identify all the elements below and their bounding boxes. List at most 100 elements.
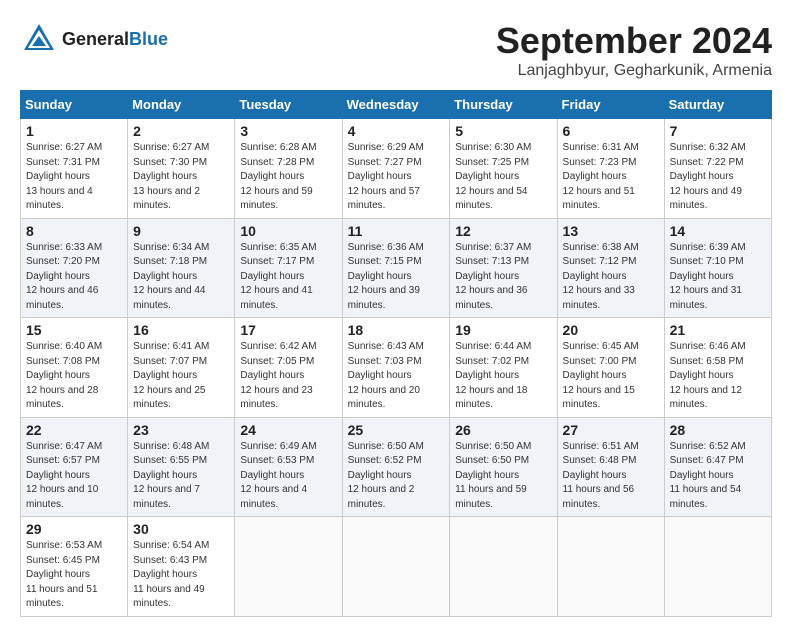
calendar-cell: 5 Sunrise: 6:30 AMSunset: 7:25 PMDaylight… [450,119,557,219]
day-number: 16 [133,322,229,338]
day-number: 6 [563,123,659,139]
calendar-cell: 19 Sunrise: 6:44 AMSunset: 7:02 PMDayligh… [450,318,557,418]
day-number: 11 [348,223,445,239]
day-info: Sunrise: 6:48 AMSunset: 6:55 PMDaylight … [133,440,229,513]
day-number: 13 [563,223,659,239]
day-info: Sunrise: 6:31 AMSunset: 7:23 PMDaylight … [563,141,659,214]
day-info: Sunrise: 6:29 AMSunset: 7:27 PMDaylight … [348,141,445,214]
day-number: 28 [670,422,766,438]
day-info: Sunrise: 6:41 AMSunset: 7:07 PMDaylight … [133,340,229,413]
calendar-cell: 15 Sunrise: 6:40 AMSunset: 7:08 PMDayligh… [21,318,128,418]
day-number: 24 [240,422,336,438]
calendar-cell: 10 Sunrise: 6:35 AMSunset: 7:17 PMDayligh… [235,218,342,318]
day-info: Sunrise: 6:40 AMSunset: 7:08 PMDaylight … [26,340,122,413]
calendar-cell [664,517,771,617]
day-info: Sunrise: 6:32 AMSunset: 7:22 PMDaylight … [670,141,766,214]
day-info: Sunrise: 6:30 AMSunset: 7:25 PMDaylight … [455,141,551,214]
day-info: Sunrise: 6:34 AMSunset: 7:18 PMDaylight … [133,241,229,314]
calendar-cell: 1Sunrise: 6:27 AMSunset: 7:31 PMDaylight… [21,119,128,219]
calendar-cell: 29 Sunrise: 6:53 AMSunset: 6:45 PMDayligh… [21,517,128,617]
day-info: Sunrise: 6:38 AMSunset: 7:12 PMDaylight … [563,241,659,314]
calendar-cell: 7 Sunrise: 6:32 AMSunset: 7:22 PMDaylight… [664,119,771,219]
calendar-cell: 22 Sunrise: 6:47 AMSunset: 6:57 PMDayligh… [21,417,128,517]
day-number: 25 [348,422,445,438]
calendar-cell: 18Sunrise: 6:43 AMSunset: 7:03 PMDayligh… [342,318,450,418]
day-number: 5 [455,123,551,139]
calendar-cell: 25 Sunrise: 6:50 AMSunset: 6:52 PMDayligh… [342,417,450,517]
day-number: 26 [455,422,551,438]
day-info: Sunrise: 6:54 AMSunset: 6:43 PMDaylight … [133,539,229,612]
day-number: 12 [455,223,551,239]
day-number: 27 [563,422,659,438]
calendar-cell: 20 Sunrise: 6:45 AMSunset: 7:00 PMDayligh… [557,318,664,418]
logo: GeneralBlue [20,20,168,58]
day-info: Sunrise: 6:47 AMSunset: 6:57 PMDaylight … [26,440,122,513]
calendar-cell: 3Sunrise: 6:28 AMSunset: 7:28 PMDaylight… [235,119,342,219]
day-info: Sunrise: 6:51 AMSunset: 6:48 PMDaylight … [563,440,659,513]
day-info: Sunrise: 6:50 AMSunset: 6:52 PMDaylight … [348,440,445,513]
calendar-cell: 28Sunrise: 6:52 AMSunset: 6:47 PMDayligh… [664,417,771,517]
calendar-table: SundayMondayTuesdayWednesdayThursdayFrid… [20,90,772,617]
day-info: Sunrise: 6:53 AMSunset: 6:45 PMDaylight … [26,539,122,612]
calendar-cell [557,517,664,617]
day-info: Sunrise: 6:35 AMSunset: 7:17 PMDaylight … [240,241,336,314]
calendar-cell: 21 Sunrise: 6:46 AMSunset: 6:58 PMDayligh… [664,318,771,418]
calendar-cell: 11 Sunrise: 6:36 AMSunset: 7:15 PMDayligh… [342,218,450,318]
calendar-cell [235,517,342,617]
calendar-cell [342,517,450,617]
day-info: Sunrise: 6:49 AMSunset: 6:53 PMDaylight … [240,440,336,513]
day-number: 7 [670,123,766,139]
weekday-header: Saturday [664,91,771,119]
calendar-cell: 16 Sunrise: 6:41 AMSunset: 7:07 PMDayligh… [128,318,235,418]
calendar-cell: 24 Sunrise: 6:49 AMSunset: 6:53 PMDayligh… [235,417,342,517]
day-number: 1 [26,123,122,139]
calendar-cell [450,517,557,617]
calendar-cell: 13 Sunrise: 6:38 AMSunset: 7:12 PMDayligh… [557,218,664,318]
weekday-header: Thursday [450,91,557,119]
day-number: 18 [348,322,445,338]
day-info: Sunrise: 6:45 AMSunset: 7:00 PMDaylight … [563,340,659,413]
day-info: Sunrise: 6:39 AMSunset: 7:10 PMDaylight … [670,241,766,314]
day-number: 22 [26,422,122,438]
location-title: Lanjaghbyur, Gegharkunik, Armenia [496,62,772,80]
day-number: 8 [26,223,122,239]
day-number: 2 [133,123,229,139]
day-number: 19 [455,322,551,338]
day-number: 14 [670,223,766,239]
day-info: Sunrise: 6:50 AMSunset: 6:50 PMDaylight … [455,440,551,513]
calendar-week-row: 29 Sunrise: 6:53 AMSunset: 6:45 PMDayligh… [21,517,772,617]
day-number: 9 [133,223,229,239]
logo-text: GeneralBlue [62,29,168,50]
day-info: Sunrise: 6:46 AMSunset: 6:58 PMDaylight … [670,340,766,413]
calendar-week-row: 1Sunrise: 6:27 AMSunset: 7:31 PMDaylight… [21,119,772,219]
day-number: 30 [133,521,229,537]
day-number: 15 [26,322,122,338]
calendar-cell: 4Sunrise: 6:29 AMSunset: 7:27 PMDaylight… [342,119,450,219]
day-number: 20 [563,322,659,338]
calendar-header-row: SundayMondayTuesdayWednesdayThursdayFrid… [21,91,772,119]
calendar-cell: 9 Sunrise: 6:34 AMSunset: 7:18 PMDaylight… [128,218,235,318]
calendar-cell: 27 Sunrise: 6:51 AMSunset: 6:48 PMDayligh… [557,417,664,517]
day-number: 23 [133,422,229,438]
logo-icon [20,20,58,58]
day-number: 10 [240,223,336,239]
calendar-cell: 14 Sunrise: 6:39 AMSunset: 7:10 PMDayligh… [664,218,771,318]
calendar-cell: 23 Sunrise: 6:48 AMSunset: 6:55 PMDayligh… [128,417,235,517]
page-header: GeneralBlue September 2024 Lanjaghbyur, … [20,20,772,80]
weekday-header: Monday [128,91,235,119]
day-number: 17 [240,322,336,338]
day-info: Sunrise: 6:44 AMSunset: 7:02 PMDaylight … [455,340,551,413]
calendar-cell: 8Sunrise: 6:33 AMSunset: 7:20 PMDaylight… [21,218,128,318]
day-number: 3 [240,123,336,139]
weekday-header: Tuesday [235,91,342,119]
calendar-week-row: 15 Sunrise: 6:40 AMSunset: 7:08 PMDayligh… [21,318,772,418]
day-number: 29 [26,521,122,537]
day-info: Sunrise: 6:42 AMSunset: 7:05 PMDaylight … [240,340,336,413]
calendar-week-row: 8Sunrise: 6:33 AMSunset: 7:20 PMDaylight… [21,218,772,318]
day-number: 21 [670,322,766,338]
calendar-cell: 26 Sunrise: 6:50 AMSunset: 6:50 PMDayligh… [450,417,557,517]
day-info: Sunrise: 6:27 AMSunset: 7:30 PMDaylight … [133,141,229,214]
weekday-header: Wednesday [342,91,450,119]
day-info: Sunrise: 6:37 AMSunset: 7:13 PMDaylight … [455,241,551,314]
day-info: Sunrise: 6:36 AMSunset: 7:15 PMDaylight … [348,241,445,314]
